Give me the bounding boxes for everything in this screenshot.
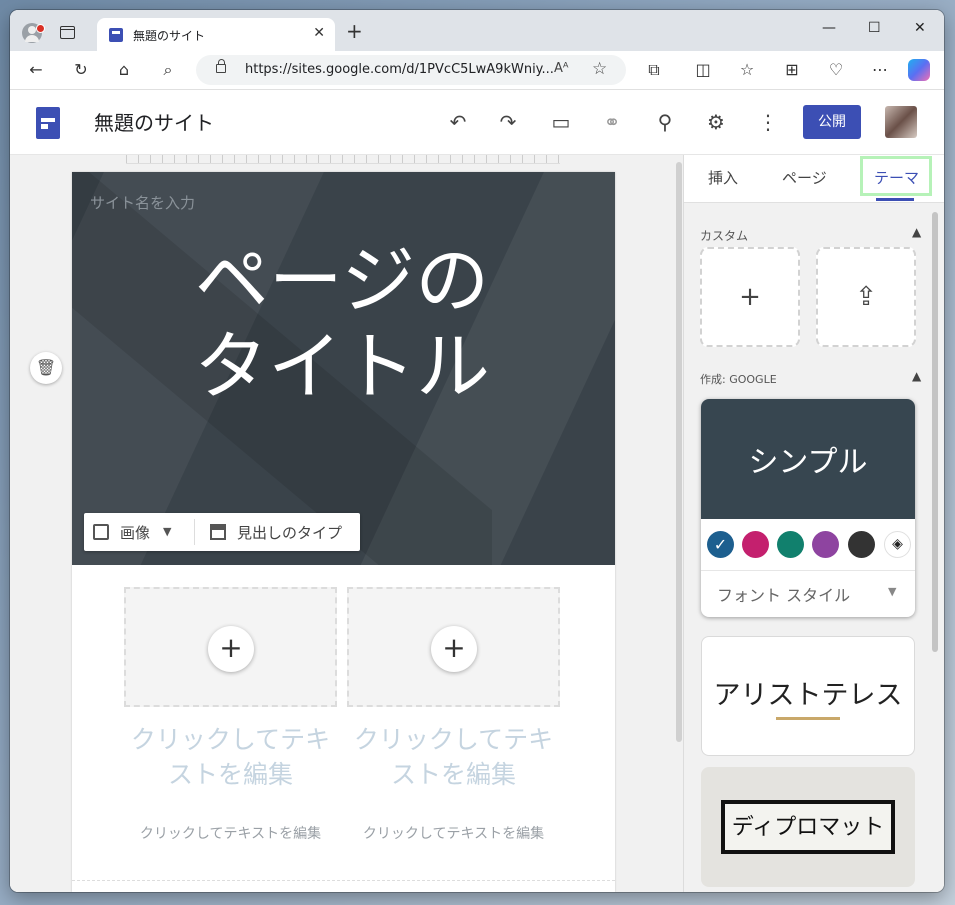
check-icon: ✓	[713, 535, 728, 554]
page-preview: サイト名を入力 ページのタイトル 画像 ▼ 見出しのタイプ + + クリックして…	[72, 172, 615, 892]
home-icon[interactable]: ⌂	[114, 60, 134, 80]
minimize-icon[interactable]: —	[822, 20, 836, 36]
tab-pages[interactable]: ページ	[782, 167, 827, 188]
custom-section-label: カスタム	[700, 229, 749, 243]
section-boundary	[72, 880, 615, 881]
browser-essentials-icon[interactable]: ♡	[826, 60, 846, 80]
themes-panel: 挿入 ページ テーマ カスタム ▲ + ⇪ 作成: GOOGLE ▲ シンプル …	[683, 155, 944, 892]
header-banner[interactable]: サイト名を入力 ページのタイトル 画像 ▼ 見出しのタイプ	[72, 172, 615, 565]
image-placeholder[interactable]: +	[347, 587, 560, 707]
tab-actions-icon[interactable]	[60, 26, 75, 39]
image-placeholder[interactable]: +	[124, 587, 337, 707]
tab-themes[interactable]: テーマ	[874, 167, 919, 188]
color-swatch[interactable]	[812, 531, 839, 558]
theme-name: シンプル	[748, 445, 868, 480]
header-type-button[interactable]: 見出しのタイプ	[237, 522, 342, 543]
page-title[interactable]: ページのタイトル	[162, 238, 522, 410]
text-box-body[interactable]: クリックしてテキストを編集	[124, 823, 337, 843]
upload-theme-button[interactable]: ⇪	[816, 247, 916, 347]
theme-accent-line	[776, 717, 840, 720]
maximize-icon[interactable]: ☐	[868, 20, 881, 36]
read-aloud-icon[interactable]: Aᴬ	[554, 61, 569, 76]
browser-toolbar: ← ↻ ⌂ ⌕ https://sites.google.com/d/1PVcC…	[10, 51, 944, 90]
add-content-icon[interactable]: +	[431, 626, 477, 672]
theme-card-diplomat[interactable]: ディプロマット	[701, 767, 915, 887]
close-tab-icon[interactable]: ✕	[313, 25, 325, 41]
sites-favicon-icon	[109, 28, 123, 42]
theme-card-aristotle[interactable]: アリストテレス	[701, 636, 915, 756]
favorite-star-icon[interactable]: ☆	[592, 59, 607, 79]
redo-icon[interactable]: ↷	[496, 110, 520, 134]
divider	[194, 519, 195, 545]
collapse-custom-icon[interactable]: ▲	[912, 225, 921, 239]
canvas-scrollbar[interactable]	[676, 162, 682, 742]
google-section-label: 作成: GOOGLE	[700, 373, 777, 386]
undo-icon[interactable]: ↶	[446, 110, 470, 134]
theme-name: ディプロマット	[721, 800, 895, 854]
add-content-icon[interactable]: +	[208, 626, 254, 672]
divider	[701, 570, 915, 571]
image-icon	[93, 524, 109, 540]
tab-title: 無題のサイト	[133, 29, 206, 43]
ruler	[126, 155, 560, 164]
new-tab-icon[interactable]: +	[346, 21, 363, 41]
site-title[interactable]: 無題のサイト	[94, 107, 214, 136]
color-swatch[interactable]	[848, 531, 875, 558]
browser-window: 無題のサイト ✕ + — ☐ ✕ ← ↻ ⌂ ⌕ https://sites.g…	[10, 10, 944, 892]
publish-button[interactable]: 公開	[803, 105, 861, 139]
notification-dot	[36, 24, 45, 33]
site-name-input[interactable]: サイト名を入力	[90, 192, 195, 213]
link-icon[interactable]: ⚭	[600, 110, 624, 134]
collapse-google-icon[interactable]: ▲	[912, 369, 921, 383]
create-custom-theme-button[interactable]: +	[700, 247, 800, 347]
text-box-heading[interactable]: クリックしてテキストを編集	[124, 722, 337, 792]
image-button[interactable]: 画像	[120, 522, 150, 543]
color-swatch[interactable]	[742, 531, 769, 558]
url-text[interactable]: https://sites.google.com/d/1PVcC5LwA9kWn…	[245, 62, 554, 77]
browser-tab[interactable]: 無題のサイト ✕	[97, 18, 335, 51]
collections-icon[interactable]: ⊞	[782, 60, 802, 80]
text-box-heading[interactable]: クリックしてテキストを編集	[347, 722, 560, 792]
theme-preview[interactable]: シンプル	[701, 399, 915, 519]
custom-color-icon[interactable]: ◈	[884, 531, 911, 558]
avatar[interactable]	[885, 106, 917, 138]
panel-scrollbar[interactable]	[932, 212, 938, 652]
reload-icon[interactable]: ↻	[71, 60, 91, 80]
search-icon[interactable]: ⌕	[158, 60, 178, 80]
panel-tabs: 挿入 ページ テーマ	[684, 155, 944, 203]
chevron-down-icon[interactable]: ▼	[888, 585, 896, 598]
tab-insert[interactable]: 挿入	[708, 167, 738, 188]
favorites-icon[interactable]: ☆	[737, 60, 757, 80]
header-type-icon	[210, 524, 226, 540]
back-icon[interactable]: ←	[26, 60, 46, 80]
extensions-icon[interactable]: ⧉	[644, 60, 664, 80]
sites-header: 無題のサイト ↶ ↷ ▭ ⚭ ⚲ ⚙ ⋮ 公開	[10, 90, 944, 155]
theme-name: アリストテレス	[713, 680, 903, 710]
theme-card-simple[interactable]: シンプル ✓ ◈ フォント スタイル ▼	[701, 399, 915, 617]
google-sites-logo-icon[interactable]	[36, 107, 60, 139]
settings-more-icon[interactable]: ⋯	[870, 60, 890, 80]
color-swatch[interactable]	[777, 531, 804, 558]
address-bar[interactable]: https://sites.google.com/d/1PVcC5LwA9kWn…	[196, 55, 626, 85]
close-window-icon[interactable]: ✕	[914, 20, 926, 36]
text-box-body[interactable]: クリックしてテキストを編集	[347, 823, 560, 843]
lock-icon[interactable]	[216, 59, 226, 73]
font-style-dropdown[interactable]: フォント スタイル	[717, 582, 850, 606]
color-swatch[interactable]: ✓	[707, 531, 734, 558]
header-controls: 画像 ▼ 見出しのタイプ	[84, 513, 360, 551]
delete-section-icon[interactable]: 🗑	[30, 352, 62, 384]
add-person-icon[interactable]: ⚲	[653, 110, 677, 134]
split-screen-icon[interactable]: ◫	[693, 60, 713, 80]
tab-strip: 無題のサイト ✕ + — ☐ ✕	[10, 10, 944, 51]
chevron-down-icon[interactable]: ▼	[163, 525, 171, 538]
preview-devices-icon[interactable]: ▭	[549, 110, 573, 134]
more-vert-icon[interactable]: ⋮	[756, 110, 780, 134]
copilot-icon[interactable]	[908, 59, 930, 81]
settings-icon[interactable]: ⚙	[704, 110, 728, 134]
editor-canvas: 🗑 サイト名を入力 ページのタイトル 画像 ▼ 見出しのタイプ + + クリック…	[10, 155, 683, 892]
active-tab-indicator	[876, 198, 914, 201]
